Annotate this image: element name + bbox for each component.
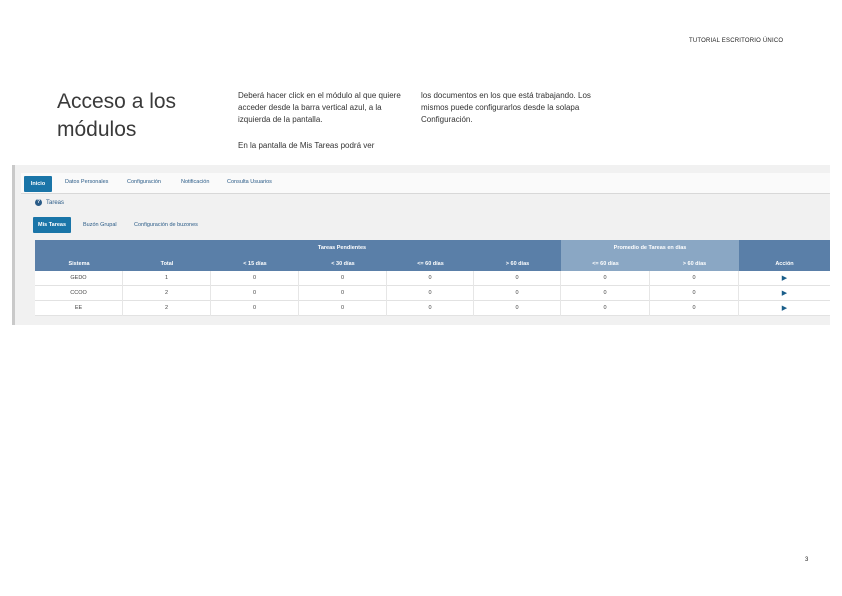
col-30-dias: < 30 días [331,261,355,267]
cell-accion: ▶ [739,286,830,301]
tab-inicio[interactable]: Inicio [24,176,52,192]
cell-accion: ▶ [739,271,830,286]
paragraph-2: En la pantalla de Mis Tareas podrá ver [238,141,375,150]
cell-value: 0 [299,271,387,286]
tab-consulta-usuarios[interactable]: Consulta Usuarios [227,179,272,185]
paragraph-3: los documentos en los que está trabajand… [421,91,591,124]
cell-value: 0 [561,271,650,286]
cell-value: 0 [474,271,561,286]
cell-value: 0 [299,301,387,316]
table-row: EE 2 0 0 0 0 0 0 ▶ [35,301,830,316]
cell-accion: ▶ [739,301,830,316]
cell-total: 2 [123,286,211,301]
col-prom-mas-60-dias: > 60 días [650,257,739,271]
cell-value: 0 [387,271,474,286]
tareas-section-header[interactable]: ? Tareas [35,199,64,206]
cell-total: 1 [123,271,211,286]
cell-value: 0 [474,301,561,316]
col-prom-60-dias: <= 60 días [561,257,650,271]
cell-value: 0 [650,301,739,316]
cell-value: 0 [299,286,387,301]
col-mas-60-dias: > 60 días [505,261,530,267]
top-navigation: Inicio Datos Personales Configuración No… [21,173,830,194]
group-promedio-tareas: Promedio de Tareas en días [561,240,739,257]
subtab-mis-tareas[interactable]: Mis Tareas [33,217,72,233]
table-group-header: Tareas Pendientes Promedio de Tareas en … [35,240,830,257]
cell-value: 0 [211,286,299,301]
subtab-buzon-grupal[interactable]: Buzón Grupal [83,217,117,233]
table-column-header: Sistema Total < 15 días < 30 días <= 60 … [35,257,830,271]
col-total: Total [160,261,174,267]
play-arrow-icon[interactable]: ▶ [782,275,787,282]
cell-value: 0 [211,271,299,286]
document-header: TUTORIAL ESCRITORIO ÚNICO [689,38,784,44]
col-15-dias: < 15 días [243,261,267,267]
tareas-label: Tareas [46,199,65,206]
col-60-dias: <= 60 días [417,261,444,267]
cell-value: 0 [650,286,739,301]
cell-value: 0 [387,301,474,316]
subtab-configuracion-buzones[interactable]: Configuración de buzones [134,217,198,233]
page-title: Acceso a los módulos [57,90,177,141]
cell-sistema: EE [35,301,123,316]
app-screenshot: Inicio Datos Personales Configuración No… [12,165,830,325]
col-sistema: Sistema [68,261,90,267]
cell-value: 0 [387,286,474,301]
cell-value: 0 [650,271,739,286]
paragraph-1: Deberá hacer click en el módulo al que q… [238,91,401,124]
cell-sistema: GEDO [35,271,123,286]
cell-value: 0 [211,301,299,316]
page-number: 3 [805,557,809,563]
cell-value: 0 [561,301,650,316]
table-row: GEDO 1 0 0 0 0 0 0 ▶ [35,271,830,286]
cell-total: 2 [123,301,211,316]
group-tareas-pendientes: Tareas Pendientes [317,245,367,251]
tab-datos-personales[interactable]: Datos Personales [65,179,108,185]
tab-notificacion[interactable]: Notificación [181,179,209,185]
table-row: CCOO 2 0 0 0 0 0 0 ▶ [35,286,830,301]
cell-value: 0 [561,286,650,301]
cell-value: 0 [474,286,561,301]
play-arrow-icon[interactable]: ▶ [782,305,787,312]
cell-sistema: CCOO [35,286,123,301]
col-accion: Acción [775,261,794,267]
help-icon: ? [35,199,42,206]
play-arrow-icon[interactable]: ▶ [782,290,787,297]
tab-configuracion[interactable]: Configuración [127,179,161,185]
